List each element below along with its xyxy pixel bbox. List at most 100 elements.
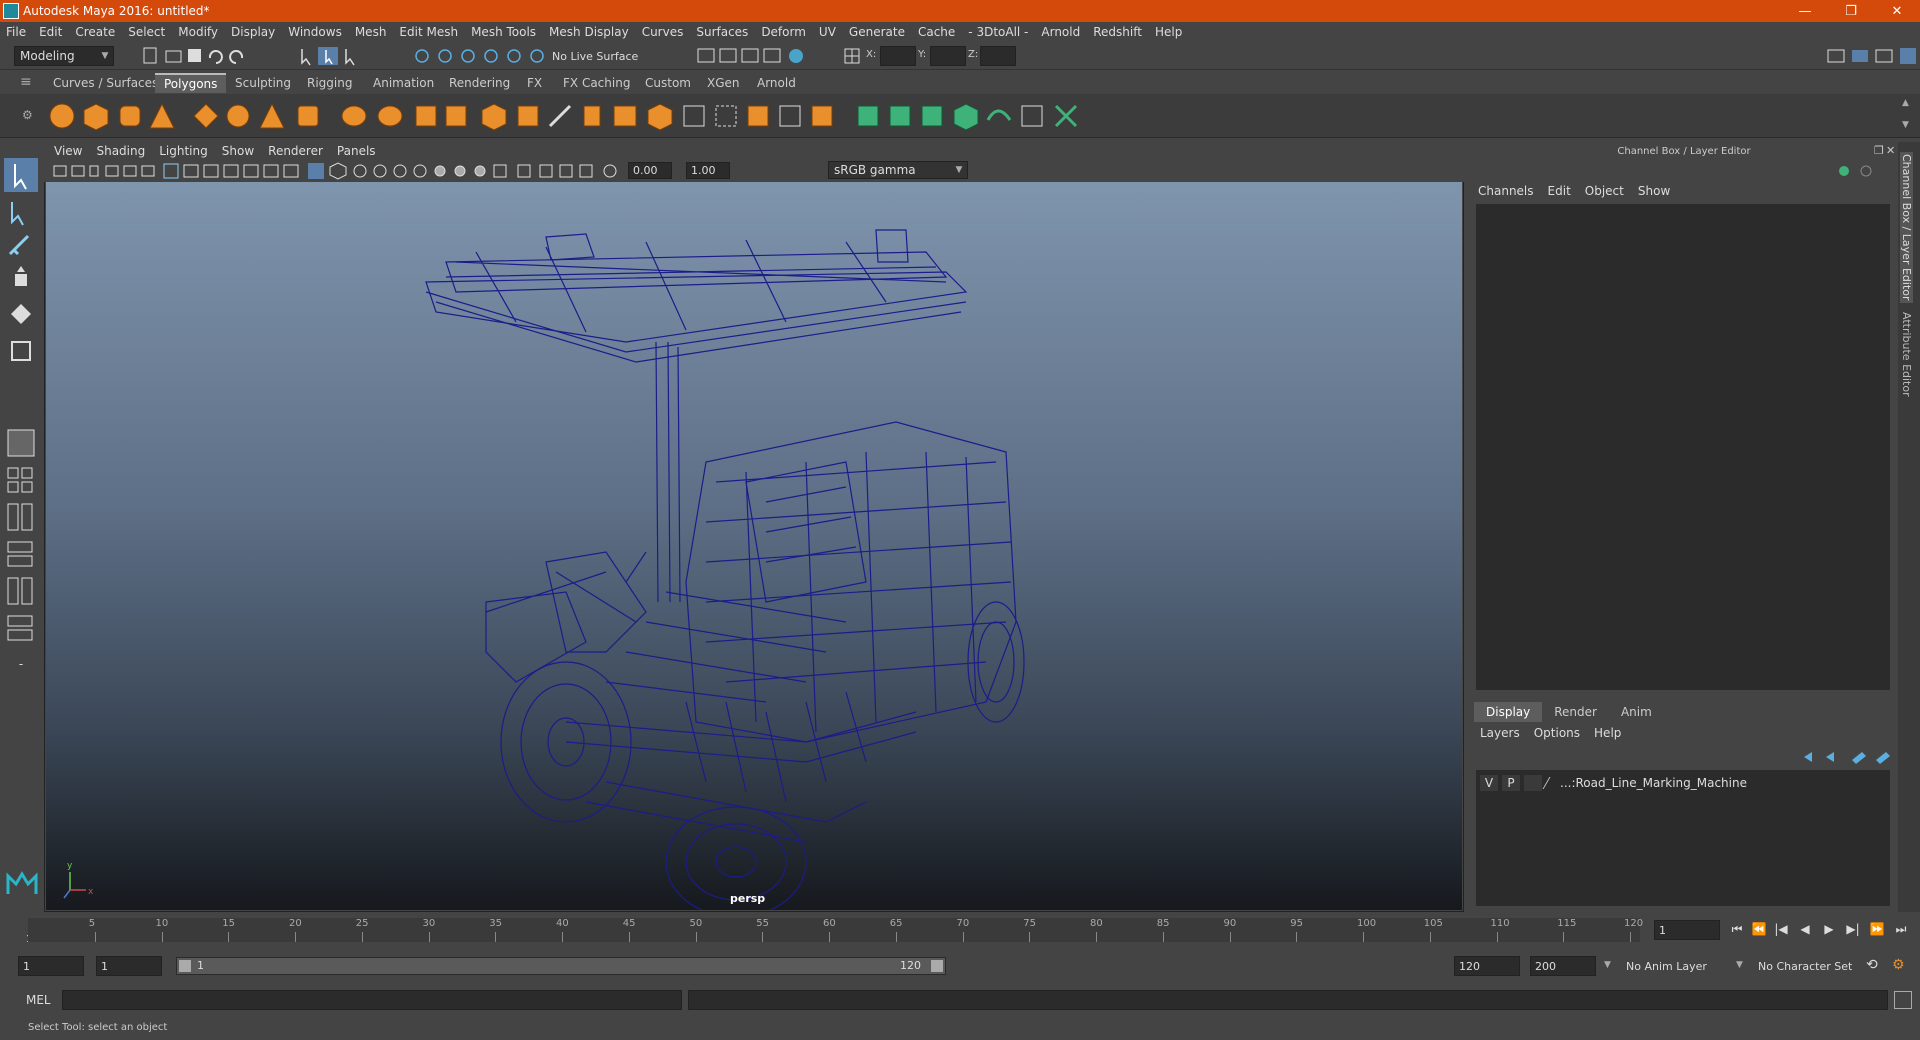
menu-file[interactable]: File [6, 25, 26, 39]
command-language-label[interactable]: MEL [26, 993, 51, 1007]
channel-box-body[interactable] [1476, 204, 1890, 690]
save-scene-icon[interactable] [188, 49, 201, 62]
tab-anim-layers[interactable]: Anim [1609, 702, 1664, 722]
tab-sculpting[interactable]: Sculpting [226, 73, 300, 93]
tab-polygons[interactable]: Polygons [155, 73, 227, 93]
exposure-field[interactable]: 0.00 [628, 162, 672, 179]
panel-float-icon[interactable]: ❐ [1874, 144, 1884, 157]
two-d-pan-icon[interactable] [123, 165, 137, 177]
snap-point-icon[interactable] [461, 49, 475, 63]
gamma-field[interactable]: 1.00 [686, 162, 730, 179]
menu-windows[interactable]: Windows [288, 25, 342, 39]
boolean-icon[interactable] [445, 105, 467, 127]
select-object-icon[interactable] [318, 47, 338, 65]
use-all-lights-icon[interactable] [413, 164, 427, 178]
step-back-frame-button[interactable]: |◀ [1772, 922, 1790, 938]
vp-menu-panels[interactable]: Panels [337, 144, 376, 158]
tab-fx[interactable]: FX [518, 73, 551, 93]
new-layer-icon[interactable] [1852, 752, 1866, 764]
tab-custom[interactable]: Custom [636, 73, 700, 93]
tab-animation[interactable]: Animation [364, 73, 443, 93]
textured-icon[interactable] [393, 164, 407, 178]
script-editor-icon[interactable] [1894, 991, 1912, 1009]
field-chart-icon[interactable] [243, 164, 259, 178]
color-space-dropdown[interactable]: sRGB gamma ▼ [828, 161, 968, 179]
cylindrical-uv-icon[interactable] [889, 105, 911, 127]
animation-preferences-icon[interactable]: ⚙ [1892, 957, 1905, 973]
panel-close-icon[interactable]: ✕ [1886, 144, 1895, 157]
move-layer-down-icon[interactable] [1826, 752, 1834, 762]
gate-mask-icon[interactable] [223, 164, 239, 178]
snap-grid-icon[interactable] [415, 49, 429, 63]
menu-edit-mesh[interactable]: Edit Mesh [399, 25, 458, 39]
snap-curve-icon[interactable] [438, 49, 452, 63]
use-default-material-icon[interactable] [353, 164, 367, 178]
transform-mode-icon[interactable] [842, 46, 862, 66]
tab-xgen[interactable]: XGen [698, 73, 749, 93]
safe-action-icon[interactable] [263, 164, 279, 178]
move-layer-up-icon[interactable] [1804, 752, 1812, 762]
multi-cut-icon[interactable] [548, 104, 572, 128]
menu-cache[interactable]: Cache [918, 25, 955, 39]
tab-rendering[interactable]: Rendering [440, 73, 519, 93]
resolution-gate-icon[interactable] [203, 164, 219, 178]
menu-generate[interactable]: Generate [849, 25, 905, 39]
lasso-tool-icon[interactable] [11, 202, 24, 226]
poly-pyramid-icon[interactable] [259, 102, 285, 129]
range-start-handle[interactable] [179, 960, 191, 972]
menu-mesh-display[interactable]: Mesh Display [549, 25, 629, 39]
cb-menu-show[interactable]: Show [1638, 184, 1670, 198]
layer-playback-toggle[interactable]: P [1502, 775, 1520, 791]
layout-two-side-icon[interactable] [7, 503, 19, 531]
command-input[interactable] [62, 990, 682, 1010]
poly-cube-icon[interactable] [83, 103, 109, 131]
tab-rigging[interactable]: Rigging [298, 73, 361, 93]
y-field[interactable] [930, 46, 966, 66]
layer-row[interactable]: V P ...:Road_Line_Marking_Machine [1480, 774, 1884, 792]
shelf-gear-icon[interactable]: ⚙ [22, 108, 33, 122]
menu-redshift[interactable]: Redshift [1093, 25, 1142, 39]
render-view-icon[interactable] [697, 48, 715, 63]
wireframe-icon[interactable] [308, 163, 324, 179]
target-weld-icon[interactable] [747, 105, 769, 127]
xray-components-icon[interactable] [579, 164, 593, 178]
snap-surface-icon[interactable] [507, 49, 521, 63]
edge-loop-icon[interactable] [613, 105, 637, 127]
bevel-icon[interactable] [583, 105, 601, 127]
anim-layer-dropdown[interactable]: No Anim Layer [1622, 956, 1740, 976]
menu-select[interactable]: Select [128, 25, 165, 39]
tab-render-layers[interactable]: Render [1542, 702, 1609, 722]
le-menu-help[interactable]: Help [1594, 726, 1621, 740]
auto-uv-icon[interactable] [953, 103, 979, 131]
shelf-scroll-down-icon[interactable]: ▼ [1902, 120, 1909, 130]
select-component-icon[interactable] [345, 49, 355, 66]
tab-attribute-editor[interactable]: Attribute Editor [1900, 312, 1913, 397]
menu-display[interactable]: Display [231, 25, 275, 39]
exposure-icon[interactable] [603, 164, 617, 178]
layer-visibility-toggle[interactable]: V [1480, 775, 1498, 791]
cb-menu-channels[interactable]: Channels [1478, 184, 1534, 198]
go-to-end-button[interactable]: ⏭ [1892, 922, 1910, 938]
menu-mesh-tools[interactable]: Mesh Tools [471, 25, 536, 39]
tab-fx-caching[interactable]: FX Caching [554, 73, 639, 93]
fill-hole-icon[interactable] [647, 103, 673, 131]
smooth-icon[interactable] [415, 105, 437, 127]
chevron-down-icon[interactable]: ▼ [1604, 960, 1611, 970]
tool-settings-toggle-icon[interactable] [1875, 49, 1893, 63]
menu-help[interactable]: Help [1155, 25, 1182, 39]
close-button[interactable]: ✕ [1874, 0, 1920, 22]
extrude-icon[interactable] [481, 103, 507, 131]
last-tool-icon[interactable] [7, 429, 35, 457]
poly-cone-icon[interactable] [149, 102, 175, 129]
step-forward-key-button[interactable]: ⏩ [1868, 922, 1886, 938]
rotate-tool-icon[interactable] [11, 304, 31, 324]
wireframe-on-shaded-icon[interactable] [373, 164, 387, 178]
planar-uv-icon[interactable] [857, 105, 879, 127]
grease-pencil-icon[interactable] [141, 165, 155, 177]
redo-icon[interactable] [229, 50, 244, 64]
scene-end-field[interactable]: 200 [1530, 956, 1596, 976]
step-back-key-button[interactable]: ⏪ [1750, 922, 1768, 938]
cut-uv-icon[interactable] [1054, 104, 1078, 128]
range-end-handle[interactable] [931, 960, 943, 972]
shelf-menu-icon[interactable]: ≡ [20, 74, 32, 90]
